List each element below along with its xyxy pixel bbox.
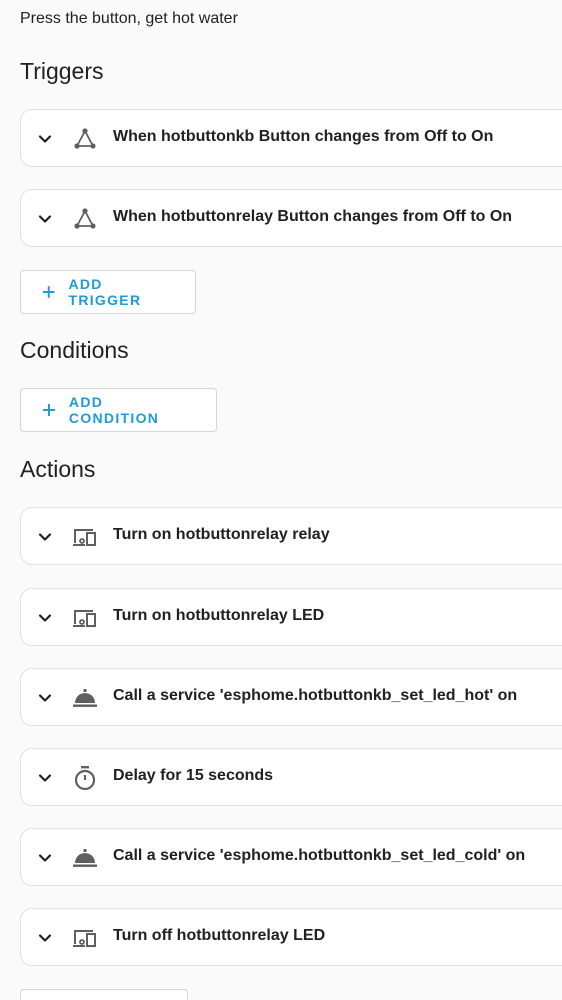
add-condition-label: ADD CONDITION — [68, 394, 160, 426]
action-row[interactable]: Turn on hotbuttonrelay relay — [20, 507, 562, 565]
automation-editor: Press the button, get hot water Triggers… — [0, 0, 562, 1000]
action-row[interactable]: Delay for 15 seconds — [20, 748, 562, 806]
action-label: Turn on hotbuttonrelay LED — [113, 607, 325, 624]
action-row[interactable]: Call a service 'esphome.hotbuttonkb_set_… — [20, 828, 562, 886]
conditions-heading: Conditions — [20, 337, 129, 363]
action-row[interactable]: Turn off hotbuttonrelay LED — [20, 908, 562, 966]
plus-icon — [42, 404, 55, 416]
chevron-down-icon[interactable] — [35, 688, 55, 708]
chevron-down-icon[interactable] — [35, 608, 55, 628]
chevron-down-icon[interactable] — [35, 527, 55, 547]
state-change-icon — [74, 128, 96, 149]
action-label: Turn off hotbuttonrelay LED — [113, 927, 326, 944]
action-label: Turn on hotbuttonrelay relay — [113, 526, 330, 543]
devices-icon — [73, 930, 96, 947]
action-label: Call a service 'esphome.hotbuttonkb_set_… — [113, 847, 526, 864]
triggers-heading: Triggers — [20, 58, 104, 84]
state-change-icon — [74, 208, 96, 229]
action-row[interactable]: Call a service 'esphome.hotbuttonkb_set_… — [20, 668, 562, 726]
actions-heading: Actions — [20, 456, 96, 482]
trigger-label: When hotbuttonrelay Button changes from … — [113, 208, 513, 225]
trigger-row[interactable]: When hotbuttonrelay Button changes from … — [20, 189, 562, 247]
devices-icon — [73, 529, 96, 546]
timer-icon — [74, 766, 96, 791]
add-condition-button[interactable]: ADD CONDITION — [20, 388, 217, 432]
action-label: Delay for 15 seconds — [113, 767, 274, 784]
devices-icon — [73, 610, 96, 627]
chevron-down-icon[interactable] — [35, 928, 55, 948]
plus-icon — [42, 286, 55, 298]
add-trigger-button[interactable]: ADD TRIGGER — [20, 270, 196, 314]
action-row[interactable]: Turn on hotbuttonrelay LED — [20, 588, 562, 646]
chevron-down-icon[interactable] — [35, 209, 55, 229]
chevron-down-icon[interactable] — [35, 129, 55, 149]
chevron-down-icon[interactable] — [35, 768, 55, 788]
service-bell-icon — [73, 689, 97, 707]
service-bell-icon — [73, 849, 97, 867]
add-trigger-label: ADD TRIGGER — [68, 276, 142, 308]
add-action-button[interactable] — [20, 989, 188, 1000]
action-label: Call a service 'esphome.hotbuttonkb_set_… — [113, 687, 518, 704]
trigger-label: When hotbuttonkb Button changes from Off… — [113, 128, 494, 145]
automation-description: Press the button, get hot water — [20, 10, 238, 27]
trigger-row[interactable]: When hotbuttonkb Button changes from Off… — [20, 109, 562, 167]
chevron-down-icon[interactable] — [35, 848, 55, 868]
